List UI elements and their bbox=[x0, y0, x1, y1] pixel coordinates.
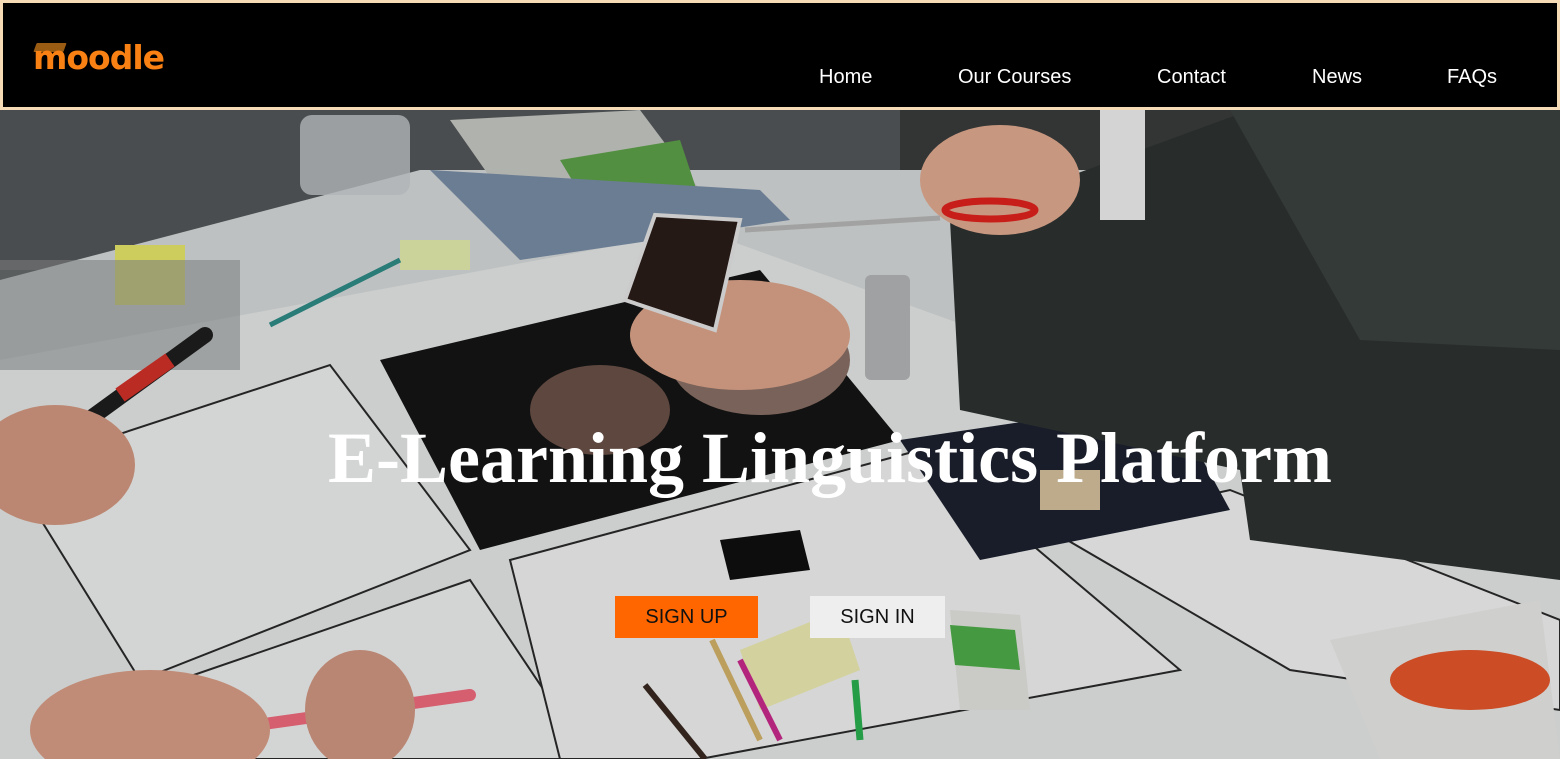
main-nav: Home Our Courses Contact News FAQs bbox=[3, 65, 1557, 89]
sign-up-button[interactable]: SIGN UP bbox=[615, 596, 758, 638]
nav-news[interactable]: News bbox=[1312, 65, 1362, 89]
nav-our-courses[interactable]: Our Courses bbox=[958, 65, 1071, 89]
nav-contact[interactable]: Contact bbox=[1157, 65, 1226, 89]
nav-home[interactable]: Home bbox=[819, 65, 872, 89]
nav-faqs[interactable]: FAQs bbox=[1447, 65, 1497, 89]
top-navbar: moodle Home Our Courses Contact News FAQ… bbox=[0, 0, 1560, 110]
hero-title: E-Learning Linguistics Platform bbox=[328, 418, 1332, 498]
hero-section: E-Learning Linguistics Platform SIGN UP … bbox=[0, 110, 1560, 759]
sign-in-button[interactable]: SIGN IN bbox=[810, 596, 945, 638]
